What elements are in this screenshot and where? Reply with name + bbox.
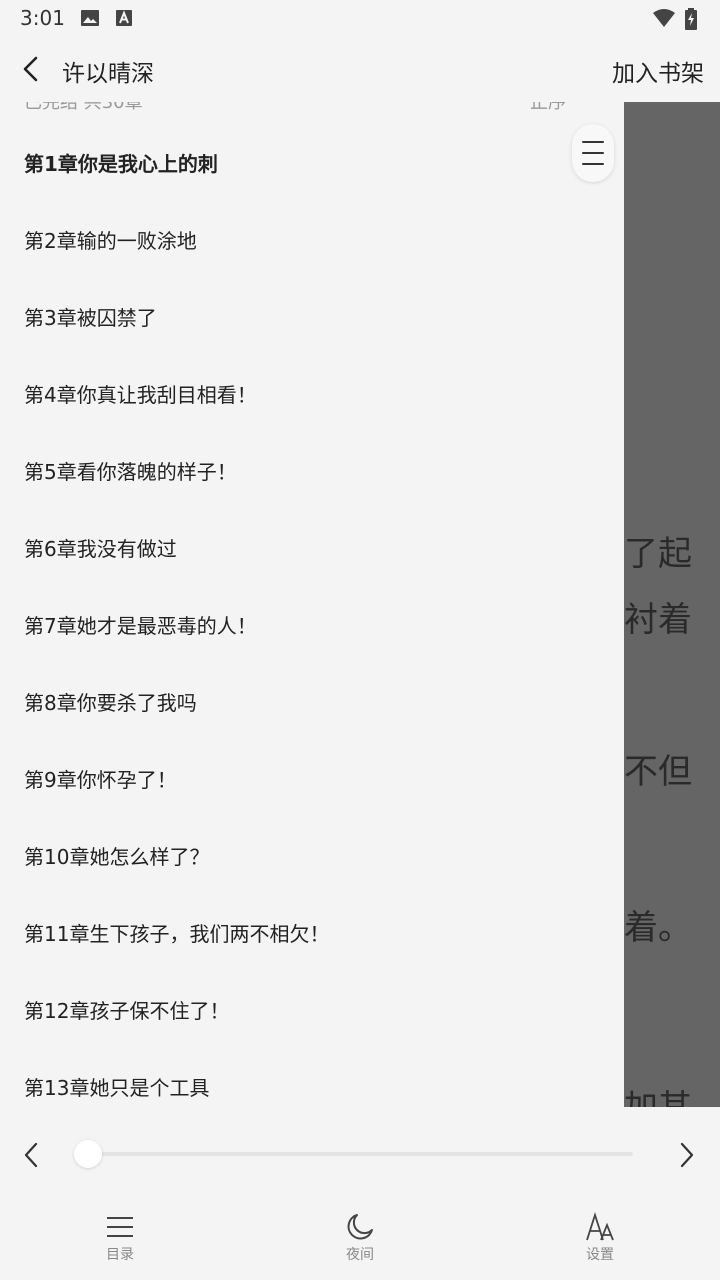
add-to-shelf-button[interactable]: 加入书架 <box>612 54 704 88</box>
chapter-item[interactable]: 第3章被囚禁了 <box>24 302 157 331</box>
nav-night-button[interactable]: 夜间 <box>310 1210 410 1276</box>
menu-list-icon <box>107 1217 133 1237</box>
progress-track[interactable] <box>88 1152 633 1156</box>
chapter-drawer: 已完结 共30章 正序 第1章你是我心上的刺 第2章输的一败涂地 第3章被囚禁了第4… <box>0 102 624 1107</box>
sort-toggle[interactable]: 正序 <box>530 102 566 114</box>
chapter-item[interactable]: 第9章你怀孕了！ <box>24 764 177 793</box>
nav-settings-label: 设置 <box>586 1247 614 1263</box>
chapter-item[interactable]: 第6章我没有做过 <box>24 533 177 562</box>
chapter-item[interactable]: 第12章孩子保不住了！ <box>24 995 229 1024</box>
chapter-item[interactable]: 第5章看你落魄的样子！ <box>24 456 237 485</box>
reader-text-line: 着。 <box>624 908 692 948</box>
back-button[interactable] <box>14 50 50 88</box>
chapter-item[interactable]: 第11章生下孩子，我们两不相欠！ <box>24 918 329 947</box>
chapter-count: 已完结 共30章 <box>24 102 143 113</box>
nav-settings-button[interactable]: 设置 <box>550 1210 650 1276</box>
reader-text-line: 衬着 <box>624 600 692 640</box>
progress-row <box>0 1107 720 1202</box>
chevron-left-icon <box>24 1142 38 1168</box>
moon-icon <box>347 1214 373 1240</box>
next-chapter-button[interactable] <box>672 1139 700 1171</box>
chapter-item[interactable]: 第7章她才是最恶毒的人！ <box>24 610 257 639</box>
bottom-nav: 目录 夜间 设置 <box>0 1202 720 1280</box>
chapter-item[interactable]: 第10章她怎么样了？ <box>24 841 209 870</box>
status-bar: 3:01 <box>0 0 720 36</box>
battery-charging-icon <box>684 8 698 34</box>
chapter-item[interactable]: 第2章输的一败涂地 <box>24 225 197 254</box>
chapter-item[interactable]: 第4章你真让我刮目相看！ <box>24 379 257 408</box>
top-bar: 许以晴深 加入书架 <box>0 36 720 102</box>
book-title: 许以晴深 <box>62 61 154 87</box>
reader-text-line: 了起 <box>624 534 692 574</box>
chevron-right-icon <box>680 1142 694 1168</box>
wifi-icon <box>652 8 676 32</box>
status-time: 3:01 <box>20 6 65 30</box>
nav-catalog-label: 目录 <box>106 1247 134 1263</box>
prev-chapter-button[interactable] <box>18 1139 46 1171</box>
nav-night-label: 夜间 <box>346 1247 374 1263</box>
drawer-header: 已完结 共30章 正序 <box>0 102 624 114</box>
chapter-item[interactable]: 第8章你要杀了我吗 <box>24 687 197 716</box>
chapter-item[interactable]: 第1章你是我心上的刺 <box>24 148 218 177</box>
reader-text-line: 加其 <box>624 1080 692 1107</box>
chapter-item[interactable]: 第13章她只是个工具 <box>24 1072 209 1101</box>
font-settings-icon <box>586 1212 614 1241</box>
image-icon <box>80 8 100 32</box>
menu-icon <box>582 141 604 165</box>
chevron-left-icon <box>23 56 38 82</box>
font-a-icon <box>114 8 134 32</box>
nav-catalog-button[interactable]: 目录 <box>70 1210 170 1276</box>
progress-slider-knob[interactable] <box>74 1140 102 1168</box>
reader-text-line: 不但 <box>624 752 692 792</box>
chapter-menu-button[interactable] <box>572 124 614 182</box>
